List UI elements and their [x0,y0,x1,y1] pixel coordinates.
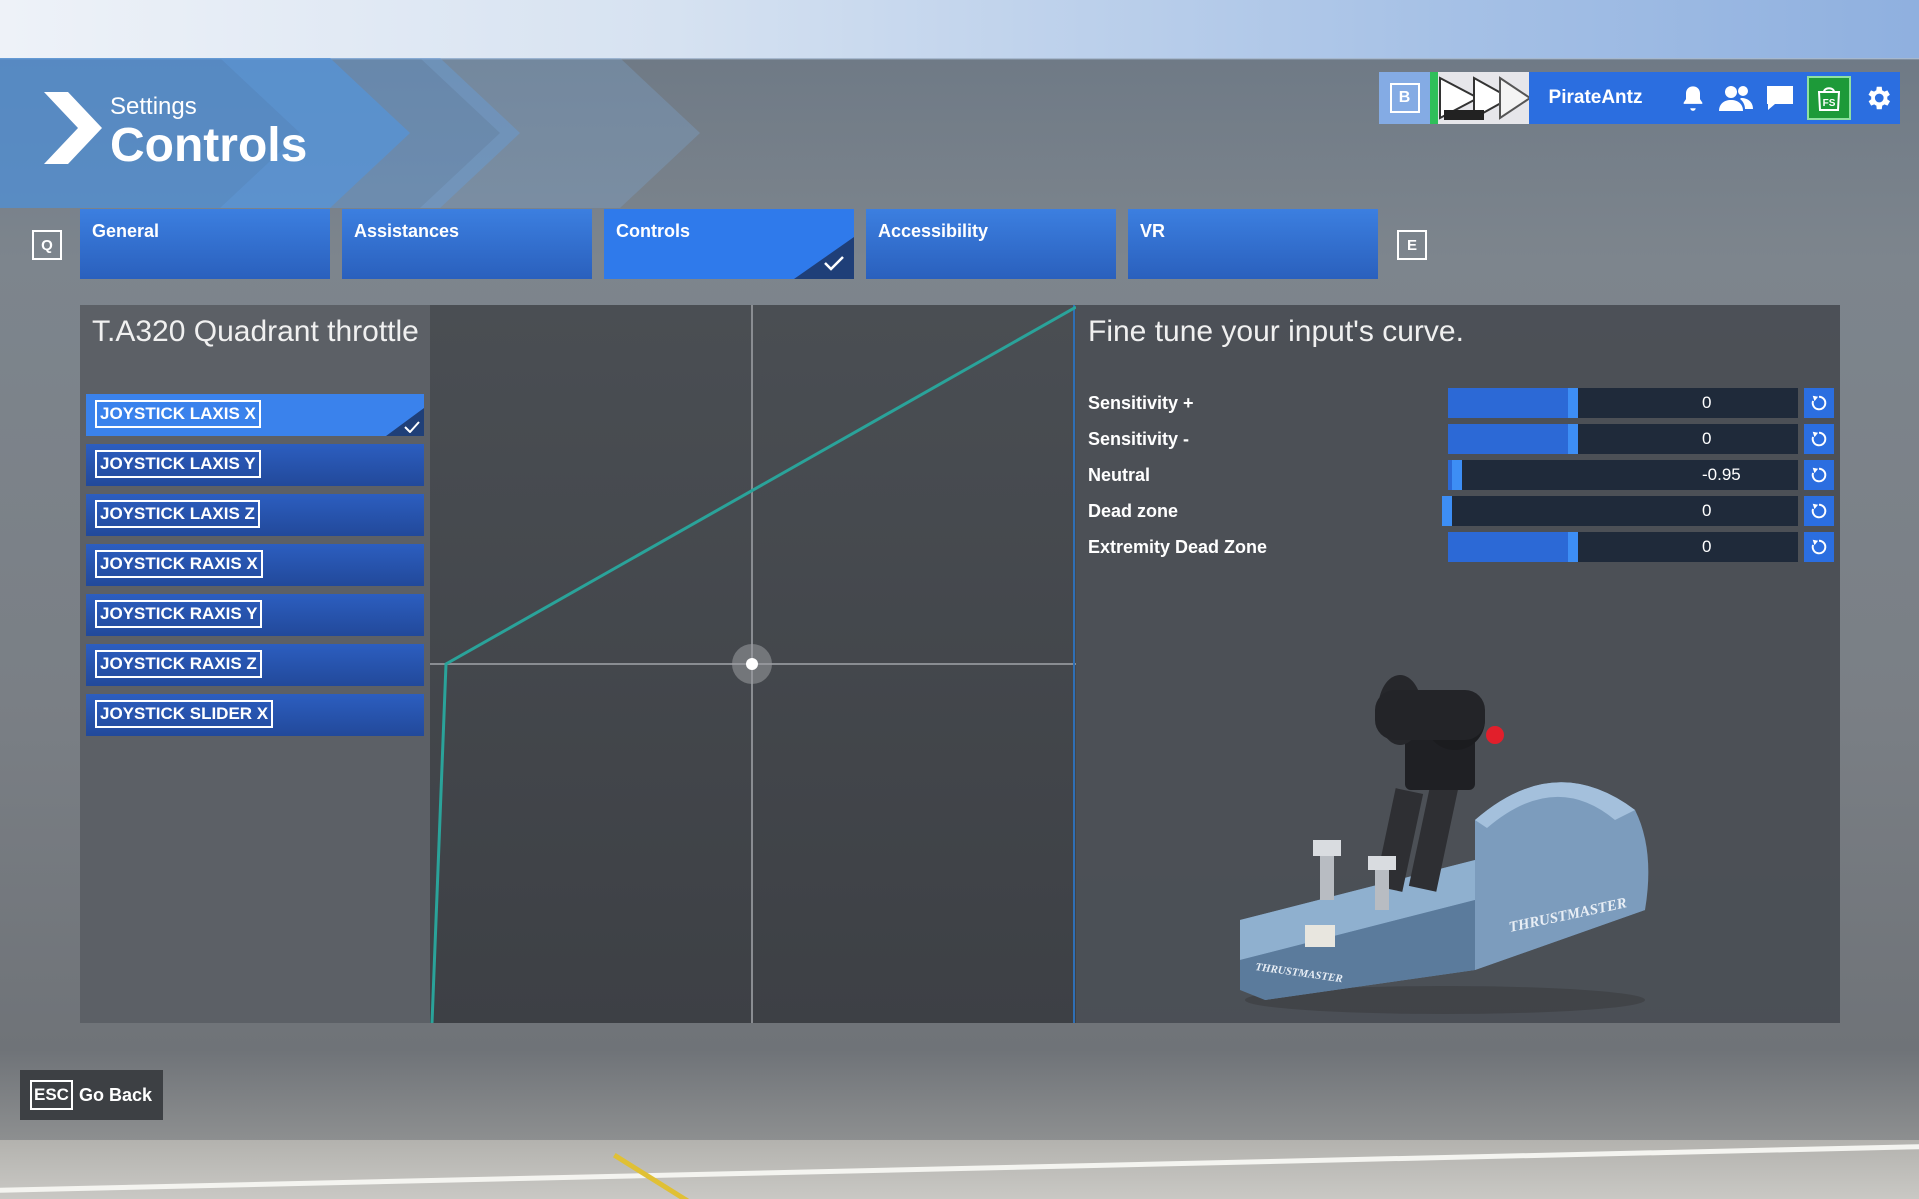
sensitivity-plus-slider[interactable]: 0 [1448,388,1798,418]
axis-item-laxis-y[interactable]: JOYSTICK LAXIS Y [86,444,424,486]
top-bar: B PirateAntz FS [1379,72,1900,124]
tab-general[interactable]: General [80,209,330,279]
tuning-title: Fine tune your input's curve. [1088,315,1464,348]
sensitivity-minus-label: Sensitivity - [1088,429,1190,449]
sensitivity-plus-label: Sensitivity + [1088,393,1194,413]
breadcrumb: Settings [110,93,197,120]
tab-assistances[interactable]: Assistances [342,209,592,279]
axis-label: JOYSTICK RAXIS Y [95,600,263,628]
username[interactable]: PirateAntz [1549,87,1672,109]
profile-shortcut[interactable]: B [1379,72,1431,124]
neutral-slider[interactable]: -0.95 [1448,460,1798,490]
reset-extremity-dead-zone-icon[interactable] [1804,532,1834,562]
prev-tab-key-hint[interactable]: Q [32,230,62,260]
gear-icon[interactable] [1857,72,1900,124]
bell-icon[interactable] [1672,72,1715,124]
axis-item-laxis-z[interactable]: JOYSTICK LAXIS Z [86,494,424,536]
response-curve-graph [430,305,1077,1024]
b-key-hint: B [1389,83,1420,113]
go-back-label: Go Back [78,1084,152,1105]
axis-item-raxis-z[interactable]: JOYSTICK RAXIS Z [86,644,424,686]
extremity-dead-zone-slider[interactable]: 0 [1448,532,1798,562]
esc-key-hint: ESC [30,1080,73,1110]
axis-item-slider-x[interactable]: JOYSTICK SLIDER X [86,694,424,736]
dead-zone-label: Dead zone [1088,501,1179,521]
device-title: T.A320 Quadrant throttle [92,315,419,348]
slider-value: -0.95 [1702,465,1741,484]
check-icon [824,256,844,271]
tab-label: General [92,221,160,241]
axis-label: JOYSTICK LAXIS X [95,400,261,428]
tab-label: Controls [616,221,690,241]
axis-label: JOYSTICK LAXIS Z [95,500,260,528]
axis-label: JOYSTICK RAXIS Z [95,650,262,678]
neutral-label: Neutral [1088,465,1151,485]
axis-label: JOYSTICK LAXIS Y [95,450,261,478]
chat-icon[interactable] [1758,72,1801,124]
slider-value: 0 [1702,501,1712,520]
reset-sensitivity-minus-icon[interactable] [1804,424,1834,454]
page-title: Controls [110,119,308,172]
axis-item-raxis-x[interactable]: JOYSTICK RAXIS X [86,544,424,586]
reset-neutral-icon[interactable] [1804,460,1834,490]
axis-label: JOYSTICK SLIDER X [95,700,274,728]
extremity-dead-zone-label: Extremity Dead Zone [1088,537,1268,557]
tab-vr[interactable]: VR [1128,209,1378,279]
slider-value: 0 [1702,537,1712,556]
friends-icon[interactable] [1715,72,1758,124]
sky-background [0,0,1919,58]
go-back-button[interactable]: ESC Go Back [20,1070,163,1120]
next-tab-key-hint[interactable]: E [1397,230,1427,260]
reset-dead-zone-icon[interactable] [1804,496,1834,526]
curve-handle-dot [746,658,758,670]
runway-background [0,1140,1919,1199]
store-label: FS [1823,98,1836,109]
axis-label: JOYSTICK RAXIS X [95,550,263,578]
tab-label: Accessibility [878,221,989,241]
axis-item-raxis-y[interactable]: JOYSTICK RAXIS Y [86,594,424,636]
throttle-quadrant-image: THRUSTMASTER THRUSTMASTER [1240,675,1649,1014]
store-icon[interactable]: FS [1807,76,1851,120]
tab-accessibility[interactable]: Accessibility [866,209,1116,279]
tab-label: VR [1140,221,1166,241]
slider-value: 0 [1702,429,1712,448]
chevron-logo-icon [44,92,102,164]
tab-controls[interactable]: Controls [604,209,854,279]
check-icon [404,421,420,433]
header-chevron-decoration [0,58,720,208]
reset-sensitivity-plus-icon[interactable] [1804,388,1834,418]
axis-item-laxis-x[interactable]: JOYSTICK LAXIS X [86,394,424,436]
avatar[interactable] [1430,72,1529,124]
dead-zone-slider[interactable]: 0 [1442,496,1798,526]
slider-value: 0 [1702,393,1712,412]
sensitivity-minus-slider[interactable]: 0 [1448,424,1798,454]
tab-label: Assistances [354,221,460,241]
